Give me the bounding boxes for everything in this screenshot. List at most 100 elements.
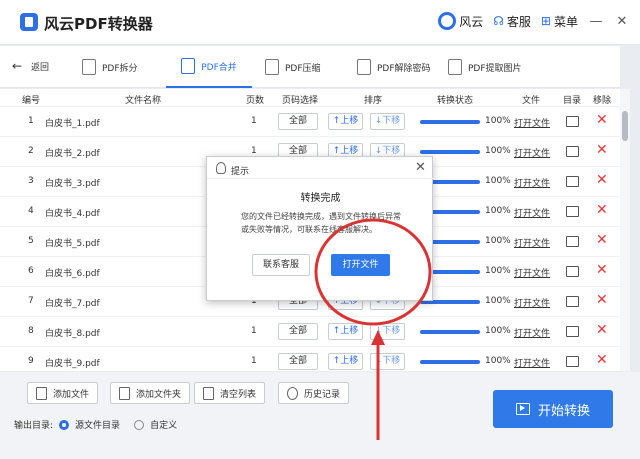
radio-custom-dir[interactable]: [134, 419, 145, 430]
open-file-link[interactable]: 打开文件: [514, 326, 550, 339]
row-index: 1: [28, 116, 34, 126]
row-index: 9: [28, 356, 34, 366]
delete-icon[interactable]: ✕: [596, 292, 608, 308]
row-index: 8: [28, 326, 34, 336]
folder-icon[interactable]: [566, 266, 579, 277]
page-select-all-button[interactable]: 全部: [278, 113, 318, 130]
open-file-link[interactable]: 打开文件: [514, 146, 550, 159]
tab-label: PDF解除密码: [377, 63, 431, 74]
open-file-link[interactable]: 打开文件: [514, 236, 550, 249]
start-convert-button[interactable]: 开始转换: [493, 390, 613, 428]
title-bar-actions: 风云 ☊ 客服 ⊞ 菜单 — ✕: [438, 12, 630, 30]
row-file-name: 白皮书_8.pdf: [45, 329, 100, 339]
row-file-name: 白皮书_7.pdf: [45, 299, 100, 309]
tab-pdf-merge[interactable]: PDF合并: [166, 46, 252, 88]
delete-icon[interactable]: ✕: [596, 322, 608, 338]
row-file-name: 白皮书_5.pdf: [45, 239, 100, 249]
radio-source-dir[interactable]: [59, 419, 70, 430]
row-pages: 1: [251, 356, 257, 366]
open-file-button[interactable]: 打开文件: [331, 254, 390, 276]
dialog-header-label: 提示: [231, 167, 250, 177]
menu-label: 菜单: [553, 14, 578, 29]
open-file-link[interactable]: 打开文件: [514, 266, 550, 279]
tab-pdf-extract-images[interactable]: PDF提取图片: [448, 46, 522, 88]
contact-service-button[interactable]: 联系客服: [252, 254, 310, 276]
open-file-link[interactable]: 打开文件: [514, 356, 550, 369]
delete-icon[interactable]: ✕: [596, 142, 608, 158]
service-label: 客服: [506, 14, 531, 29]
header-index: 编号: [22, 96, 41, 106]
open-file-link[interactable]: 打开文件: [514, 176, 550, 189]
open-file-link[interactable]: 打开文件: [514, 296, 550, 309]
clear-list-button[interactable]: 清空列表: [194, 382, 266, 404]
progress-bar: [420, 330, 480, 334]
add-folder-button[interactable]: 添加文件夹: [110, 382, 191, 404]
trash-icon: [203, 386, 214, 400]
title-bar: 风云PDF转换器 风云 ☊ 客服 ⊞ 菜单 — ✕: [0, 0, 640, 45]
row-pages: 1: [251, 146, 257, 156]
delete-icon[interactable]: ✕: [596, 232, 608, 248]
scrollbar-thumb[interactable]: [622, 111, 628, 141]
delete-icon[interactable]: ✕: [596, 262, 608, 278]
table-row: 8 白皮书_8.pdf 1 全部 ↑上移 ↓下移 100% 打开文件 ✕: [0, 317, 620, 347]
progress-fill: [420, 150, 480, 154]
delete-icon[interactable]: ✕: [596, 352, 608, 368]
history-button[interactable]: 历史记录: [278, 382, 350, 404]
open-file-link[interactable]: 打开文件: [514, 116, 550, 129]
radio-source-dir-label: 源文件目录: [75, 421, 121, 431]
tab-pdf-unlock[interactable]: PDF解除密码: [357, 46, 431, 88]
user-avatar-icon: [438, 12, 457, 30]
row-file-name: 白皮书_2.pdf: [45, 149, 100, 159]
move-up-button[interactable]: ↑上移: [328, 353, 363, 370]
add-folder-label: 添加文件夹: [136, 389, 182, 400]
bottom-panel: 添加文件 添加文件夹 清空列表 历史记录 输出目录: 源文件目录 自定义 开始转…: [0, 372, 640, 459]
page-select-all-button[interactable]: 全部: [278, 353, 318, 370]
header-page-select: 页码选择: [282, 96, 319, 106]
folder-icon[interactable]: [566, 176, 579, 187]
folder-icon[interactable]: [566, 356, 579, 367]
dialog-close-button[interactable]: ✕: [415, 160, 426, 175]
delete-icon[interactable]: ✕: [596, 172, 608, 188]
header-dir: 目录: [563, 96, 582, 106]
dialog-title: 转换完成: [300, 193, 341, 204]
folder-icon[interactable]: [566, 116, 579, 127]
move-up-button[interactable]: ↑上移: [328, 323, 363, 340]
service-button[interactable]: ☊ 客服: [493, 13, 531, 30]
user-menu[interactable]: 风云: [438, 12, 483, 30]
back-button[interactable]: ← 返回: [12, 59, 49, 73]
dialog-message: 您的文件已经转换完成，遇到文件转换后异常或失败等情况，可联系在线客服解决。: [241, 212, 401, 234]
open-file-link[interactable]: 打开文件: [514, 206, 550, 219]
extract-image-icon: [448, 59, 462, 75]
add-file-button[interactable]: 添加文件: [27, 382, 99, 404]
folder-icon[interactable]: [566, 206, 579, 217]
delete-icon[interactable]: ✕: [596, 112, 608, 128]
table-scrollbar[interactable]: [620, 89, 630, 371]
move-up-button[interactable]: ↑上移: [328, 113, 363, 130]
folder-icon[interactable]: [566, 146, 579, 157]
tab-label: PDF合并: [201, 62, 237, 73]
row-index: 5: [28, 236, 34, 246]
header-remove: 移除: [593, 96, 612, 106]
folder-icon[interactable]: [566, 236, 579, 247]
add-folder-icon: [119, 386, 130, 400]
row-file-name: 白皮书_9.pdf: [45, 359, 100, 369]
delete-icon[interactable]: ✕: [596, 202, 608, 218]
close-window-button[interactable]: ✕: [614, 14, 630, 29]
tab-pdf-split[interactable]: PDF拆分: [82, 46, 138, 88]
compress-icon: [265, 59, 279, 75]
row-file-name: 白皮书_4.pdf: [45, 209, 100, 219]
folder-icon[interactable]: [566, 326, 579, 337]
page-select-all-button[interactable]: 全部: [278, 323, 318, 340]
tab-label: PDF提取图片: [468, 63, 522, 74]
tool-tabs: ← 返回 PDF拆分 PDF合并 PDF压缩 PDF解除密码 PDF提取图片: [0, 46, 620, 88]
move-down-button[interactable]: ↓下移: [370, 353, 405, 370]
menu-button[interactable]: ⊞ 菜单: [541, 13, 578, 30]
tab-pdf-compress[interactable]: PDF压缩: [265, 46, 321, 88]
split-icon: [82, 59, 96, 75]
progress-fill: [420, 120, 480, 124]
move-down-button[interactable]: ↓下移: [370, 113, 405, 130]
table-header: 编号 文件名称 页数 页码选择 排序 转换状态 文件 目录 移除: [0, 89, 620, 107]
move-down-button[interactable]: ↓下移: [370, 323, 405, 340]
folder-icon[interactable]: [566, 296, 579, 307]
minimize-button[interactable]: —: [588, 14, 604, 29]
